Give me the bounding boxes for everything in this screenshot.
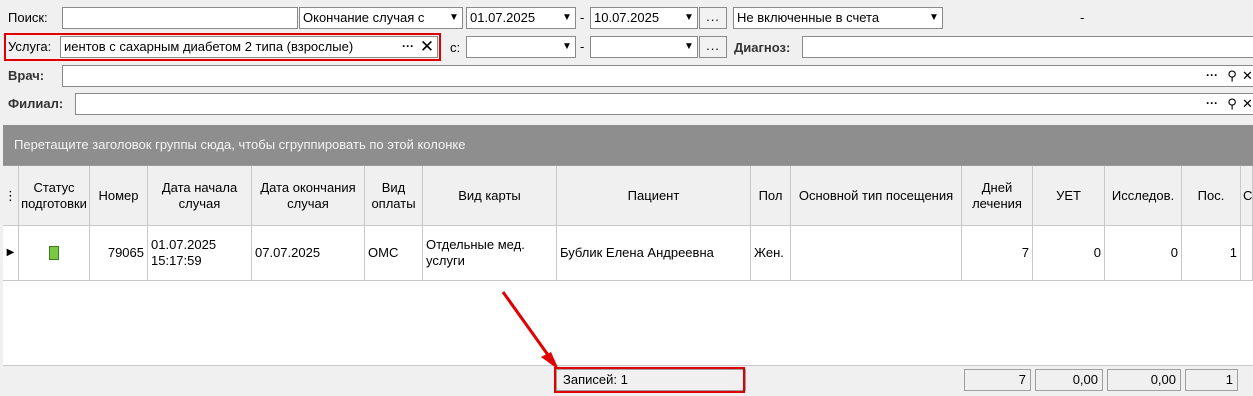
c-label: с: — [450, 40, 461, 55]
col-header-research[interactable]: Исследов. — [1105, 166, 1182, 226]
date-type-select[interactable]: Окончание случая с ▼ — [299, 7, 463, 29]
doctor-input[interactable] — [62, 65, 1253, 87]
diagnosis-input[interactable] — [802, 36, 1253, 58]
col-header-patient[interactable]: Пациент — [557, 166, 751, 226]
date-to-value: 10.07.2025 — [594, 10, 660, 25]
start-time-value: 15:17:59 — [151, 253, 202, 268]
col-header-payment[interactable]: Вид оплаты — [365, 166, 423, 226]
search-label: Поиск: — [8, 10, 48, 25]
status-cell[interactable] — [19, 226, 90, 281]
search-icon[interactable]: ⚲ — [1225, 65, 1239, 87]
cell-payment[interactable]: ОМС — [365, 226, 423, 281]
date-type-value: Окончание случая с — [303, 10, 425, 25]
branch-label: Филиал: — [8, 96, 64, 111]
chevron-down-icon[interactable]: ▼ — [446, 8, 462, 28]
cell-visit-type[interactable] — [791, 226, 962, 281]
date-from-field[interactable]: 01.07.2025 ▼ — [466, 7, 576, 29]
c-range-dash: - — [580, 39, 585, 54]
document-icon — [49, 246, 59, 260]
cell-research[interactable]: 0 — [1105, 226, 1182, 281]
branch-input[interactable] — [75, 93, 1253, 115]
date-from-value: 01.07.2025 — [470, 10, 536, 25]
search-icon[interactable]: ⚲ — [1225, 93, 1239, 115]
group-panel[interactable]: Перетащите заголовок группы сюда, чтобы … — [3, 125, 1253, 165]
col-header-visits[interactable]: Пос. — [1182, 166, 1241, 226]
cell-sex[interactable]: Жен. — [751, 226, 791, 281]
chevron-down-icon[interactable]: ▼ — [681, 37, 697, 57]
col-header-sex[interactable]: Пол — [751, 166, 791, 226]
col-header-c[interactable]: С — [1241, 166, 1253, 226]
date-range-dash: - — [580, 10, 585, 25]
column-chooser-icon[interactable]: ⋮ — [3, 166, 19, 226]
research-total: 0,00 — [1107, 369, 1181, 391]
billing-status-value: Не включенные в счета — [737, 10, 880, 25]
col-header-status[interactable]: Статус подготовки — [19, 166, 90, 226]
col-header-end-date[interactable]: Дата окончания случая — [252, 166, 365, 226]
search-input[interactable] — [62, 7, 298, 29]
date-picker-button[interactable]: ... — [699, 7, 727, 29]
cell-visits[interactable]: 1 — [1182, 226, 1241, 281]
col-header-number[interactable]: Номер — [90, 166, 148, 226]
cell-start-date[interactable]: 01.07.2025 15:17:59 — [148, 226, 252, 281]
uet-total: 0,00 — [1035, 369, 1103, 391]
row-indicator-icon[interactable]: ▶ — [3, 226, 19, 281]
c-picker-button[interactable]: ... — [699, 36, 727, 58]
doctor-lookup-button[interactable]: ··· — [1205, 65, 1219, 87]
col-header-start-date[interactable]: Дата начала случая — [148, 166, 252, 226]
cell-end-date[interactable]: 07.07.2025 — [252, 226, 365, 281]
cell-c[interactable] — [1241, 226, 1253, 281]
c-to-field[interactable]: ▼ — [590, 36, 698, 58]
col-header-visit-type[interactable]: Основной тип посещения — [791, 166, 962, 226]
cell-card-type[interactable]: Отдельные мед. услуги — [423, 226, 557, 281]
branch-lookup-button[interactable]: ··· — [1205, 93, 1219, 115]
col-header-uet[interactable]: УЕТ — [1033, 166, 1105, 226]
cell-uet[interactable]: 0 — [1033, 226, 1105, 281]
start-date-value: 01.07.2025 — [151, 237, 217, 252]
col-header-days[interactable]: Дней лечения — [962, 166, 1033, 226]
chevron-down-icon[interactable]: ▼ — [926, 8, 942, 28]
cell-number[interactable]: 79065 — [90, 226, 148, 281]
cell-patient[interactable]: Бублик Елена Андреевна — [557, 226, 751, 281]
c-from-field[interactable]: ▼ — [466, 36, 576, 58]
chevron-down-icon[interactable]: ▼ — [559, 37, 575, 57]
cell-days[interactable]: 7 — [962, 226, 1033, 281]
data-grid: ⋮ Статус подготовки Номер Дата начала сл… — [3, 165, 1253, 365]
diagnosis-label: Диагноз: — [734, 40, 791, 55]
visits-total: 1 — [1185, 369, 1238, 391]
records-highlight-box — [554, 367, 745, 393]
service-highlight-box — [4, 33, 441, 61]
chevron-down-icon[interactable]: ▼ — [559, 8, 575, 28]
close-icon[interactable]: ✕ — [1242, 93, 1253, 115]
days-total: 7 — [964, 369, 1031, 391]
doctor-label: Врач: — [8, 68, 45, 83]
col-header-card-type[interactable]: Вид карты — [423, 166, 557, 226]
date-to-field[interactable]: 10.07.2025 ▼ — [590, 7, 698, 29]
extra-dash: - — [1080, 10, 1085, 25]
chevron-down-icon[interactable]: ▼ — [681, 8, 697, 28]
billing-status-select[interactable]: Не включенные в счета ▼ — [733, 7, 943, 29]
close-icon[interactable]: ✕ — [1242, 65, 1253, 87]
